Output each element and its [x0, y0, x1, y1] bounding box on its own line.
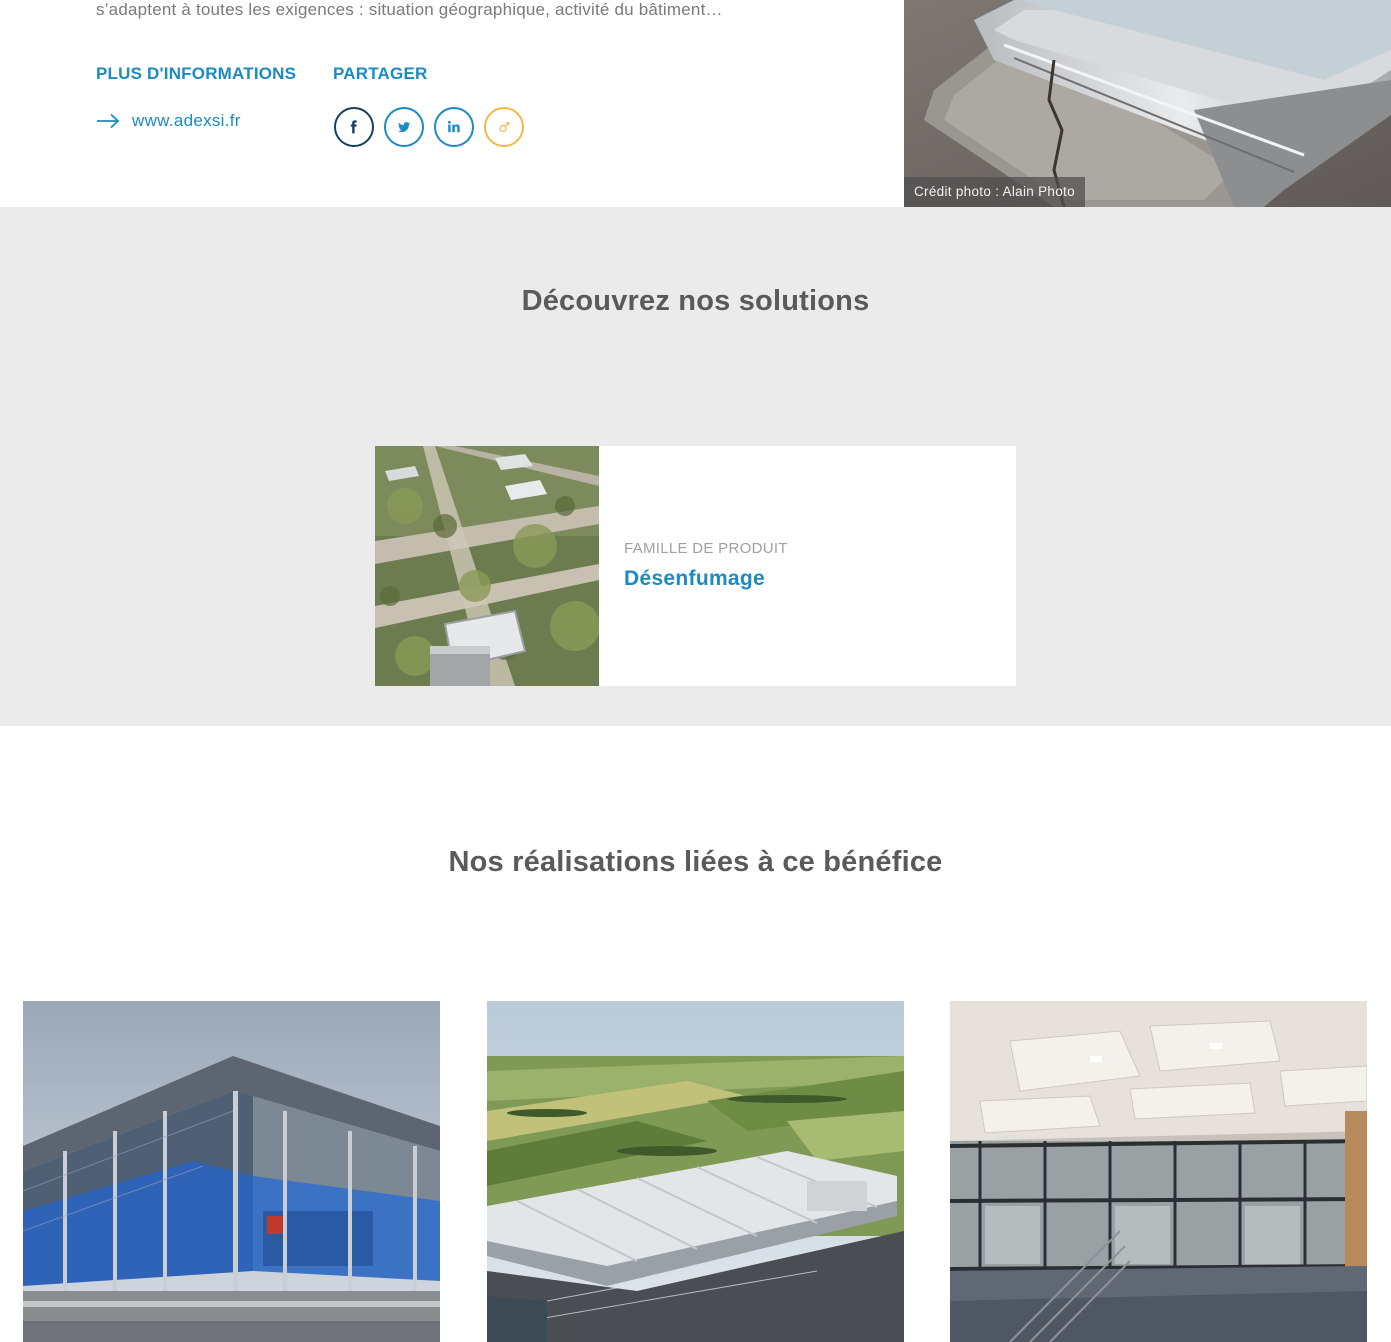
website-link-label: www.adexsi.fr — [132, 111, 241, 130]
green-roof-image — [375, 446, 599, 686]
card-body: FAMILLE DE PRODUIT Désenfumage — [599, 446, 788, 686]
skylight-photo: Crédit photo : Alain Photo — [904, 0, 1391, 207]
solutions-section: Découvrez nos solutions FAMILLE DE PRODU… — [0, 207, 1391, 726]
arrow-right-icon — [97, 113, 120, 129]
twitter-share-button[interactable] — [384, 107, 424, 147]
linkedin-icon — [448, 120, 460, 133]
website-link[interactable]: www.adexsi.fr — [96, 110, 241, 132]
warehouse-aerial-photo — [487, 1001, 904, 1342]
realisations-section: Nos réalisations liées à ce bénéfice — [0, 726, 1391, 1342]
card-title: Désenfumage — [624, 567, 766, 590]
green-roof-photo — [375, 446, 599, 686]
facebook-icon — [350, 120, 357, 134]
mail-share-button[interactable] — [484, 107, 524, 147]
card-label: FAMILLE DE PRODUIT — [624, 540, 788, 557]
project-card-interior[interactable] — [950, 1001, 1367, 1342]
linkedin-share-button[interactable] — [434, 107, 474, 147]
share-title: PARTAGER — [333, 64, 428, 83]
store-building-photo — [23, 1001, 440, 1342]
share-buttons — [334, 107, 524, 147]
more-info-title: PLUS D'INFORMATIONS — [96, 64, 297, 83]
intro-text: s’adaptent à toutes les exigences : situ… — [96, 0, 723, 19]
facebook-share-button[interactable] — [334, 107, 374, 147]
realisations-heading: Nos réalisations liées à ce bénéfice — [448, 846, 943, 878]
mail-icon — [499, 122, 510, 133]
product-info-section: s’adaptent à toutes les exigences : situ… — [0, 0, 1391, 207]
product-family-card[interactable]: FAMILLE DE PRODUIT Désenfumage — [375, 446, 1016, 686]
twitter-icon — [398, 122, 410, 133]
project-card-store[interactable] — [23, 1001, 440, 1342]
interior-hall-photo — [950, 1001, 1367, 1342]
project-card-warehouse[interactable] — [487, 1001, 904, 1342]
skylight-photo-image — [904, 0, 1391, 207]
photo-credit: Crédit photo : Alain Photo — [904, 177, 1085, 207]
solutions-heading: Découvrez nos solutions — [521, 285, 870, 317]
